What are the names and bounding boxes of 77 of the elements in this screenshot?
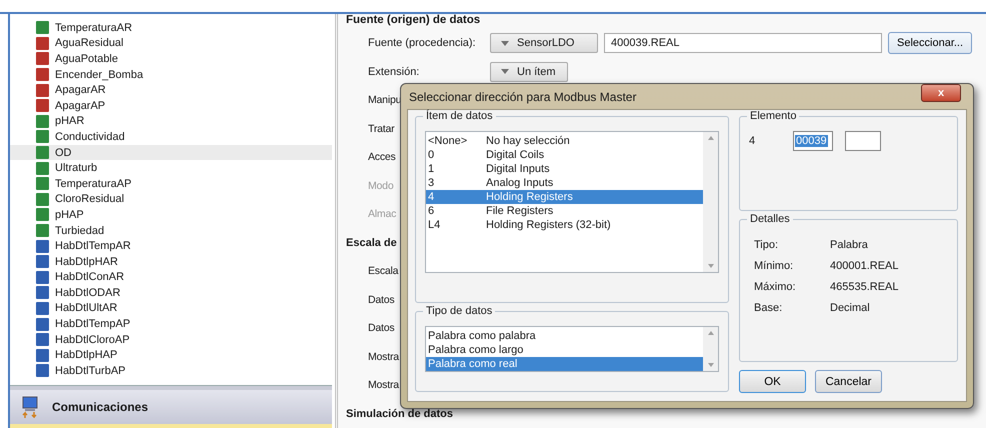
field-label: Almac	[368, 208, 396, 220]
select-button[interactable]: Seleccionar...	[888, 32, 972, 54]
field-label: Mostra	[368, 350, 399, 363]
cancel-button[interactable]: Cancelar	[815, 370, 882, 393]
list-item[interactable]: Palabra como palabra	[426, 329, 703, 343]
tree-item[interactable]: HabDtlTurbAP	[10, 363, 332, 379]
list-item[interactable]: L4 Holding Registers (32-bit)	[426, 218, 703, 232]
list-item[interactable]: <None> No hay selección	[426, 134, 703, 148]
computer-icon	[22, 396, 38, 418]
section-heading: Fuente (origen) de datos	[346, 14, 482, 28]
field-label: Manipu	[368, 94, 402, 106]
detail-value: 465535.REAL	[830, 280, 898, 292]
list-item[interactable]: Palabra como real	[426, 357, 703, 371]
section-heading: Escala de	[346, 236, 397, 249]
scrollbar[interactable]	[703, 132, 718, 272]
tree-item[interactable]: TemperaturaAP	[10, 176, 332, 192]
section-heading: Simulación de datos	[346, 408, 453, 420]
field-label: Fuente (procedencia):	[368, 37, 477, 50]
scrollbar[interactable]	[703, 327, 718, 371]
group-title: Elemento	[747, 110, 800, 122]
tree-item[interactable]: Ultraturb	[10, 160, 332, 176]
section-bar[interactable]: Comunicaciones	[10, 390, 332, 424]
tree-item[interactable]: HabDtlTempAR	[10, 238, 332, 254]
list-item[interactable]: 6 File Registers	[426, 204, 703, 218]
extension-dropdown[interactable]: Un ítem	[490, 62, 568, 82]
dialog-title: Seleccionar dirección para Modbus Master	[409, 90, 636, 104]
tree-item[interactable]: OD	[10, 144, 332, 160]
detail-label: Tipo:	[754, 238, 780, 250]
tree-item[interactable]: pHAP	[10, 207, 332, 223]
field-label: Tratar	[368, 122, 394, 135]
field-label: Acces	[368, 151, 396, 164]
tree-item[interactable]: HabDtlConAR	[10, 270, 332, 286]
ok-button[interactable]: OK	[739, 370, 806, 393]
element-prefix: 4	[749, 135, 756, 147]
detail-value: Decimal	[830, 302, 870, 314]
tree-item[interactable]: Turbiedad	[10, 222, 332, 238]
tree-item[interactable]: HabDtlpHAR	[10, 254, 332, 270]
source-dropdown[interactable]: SensorLDO	[490, 33, 598, 54]
group-title: Detalles	[747, 213, 793, 225]
tree-item[interactable]: HabDtlUltAR	[10, 300, 332, 316]
list-item[interactable]: 4 Holding Registers	[426, 190, 703, 204]
detail-label: Máximo:	[754, 280, 797, 292]
field-label: Mostra	[368, 379, 399, 392]
list-item[interactable]: 0 Digital Coils	[426, 148, 703, 162]
field-label: Escala	[368, 265, 398, 278]
list-item[interactable]: 1 Digital Inputs	[426, 162, 703, 176]
tree-item[interactable]: HabDtlpHAP	[10, 347, 332, 364]
tree-item[interactable]: CloroResidual	[10, 192, 332, 208]
tree-item[interactable]: HabDtlODAR	[10, 285, 332, 301]
field-label: Datos	[368, 294, 394, 306]
field-label: Modo	[368, 180, 394, 192]
tree-item[interactable]: Encender_Bomba	[10, 66, 332, 82]
list-item[interactable]: Palabra como largo	[426, 343, 703, 357]
tree-item[interactable]: ApagarAP	[10, 98, 332, 114]
input-field[interactable]	[845, 131, 881, 151]
field-label: Extensión:	[368, 66, 420, 78]
tree-item[interactable]: AguaPotable	[10, 51, 332, 67]
list-box[interactable]: <None> No hay selección 0 Digital Coils 1 Digital Inputs 3 Analog Inputs 4 Holding Registers 6 File Registers L4 Holding Registers (32-bit)	[425, 131, 719, 273]
detail-value: 400001.REAL	[830, 260, 898, 272]
list-item[interactable]: 3 Analog Inputs	[426, 176, 703, 190]
tree-item[interactable]: HabDtlCloroAP	[10, 332, 332, 348]
tree-item[interactable]: pHAR	[10, 114, 332, 130]
tree-item[interactable]: Conductividad	[10, 129, 332, 145]
group-title: Ítem de datos	[423, 110, 496, 122]
tree-item[interactable]: AguaResidual	[10, 36, 332, 52]
detail-label: Mínimo:	[754, 260, 794, 272]
tree-item[interactable]: HabDtlTempAP	[10, 316, 332, 332]
list-box[interactable]: Palabra como palabra Palabra como largo Palabra como real	[425, 326, 719, 372]
detail-label: Base:	[754, 302, 784, 314]
splitter[interactable]	[10, 385, 332, 390]
group-title: Tipo de datos	[423, 305, 496, 317]
tree-item[interactable]: TemperaturaAR	[10, 20, 332, 36]
element-field[interactable]: 00039	[793, 131, 833, 151]
field-label: Datos	[368, 322, 394, 334]
tree-item[interactable]: ApagarAR	[10, 82, 332, 98]
detail-value: Palabra	[830, 238, 868, 250]
source-field[interactable]: 400039.REAL	[604, 33, 882, 54]
